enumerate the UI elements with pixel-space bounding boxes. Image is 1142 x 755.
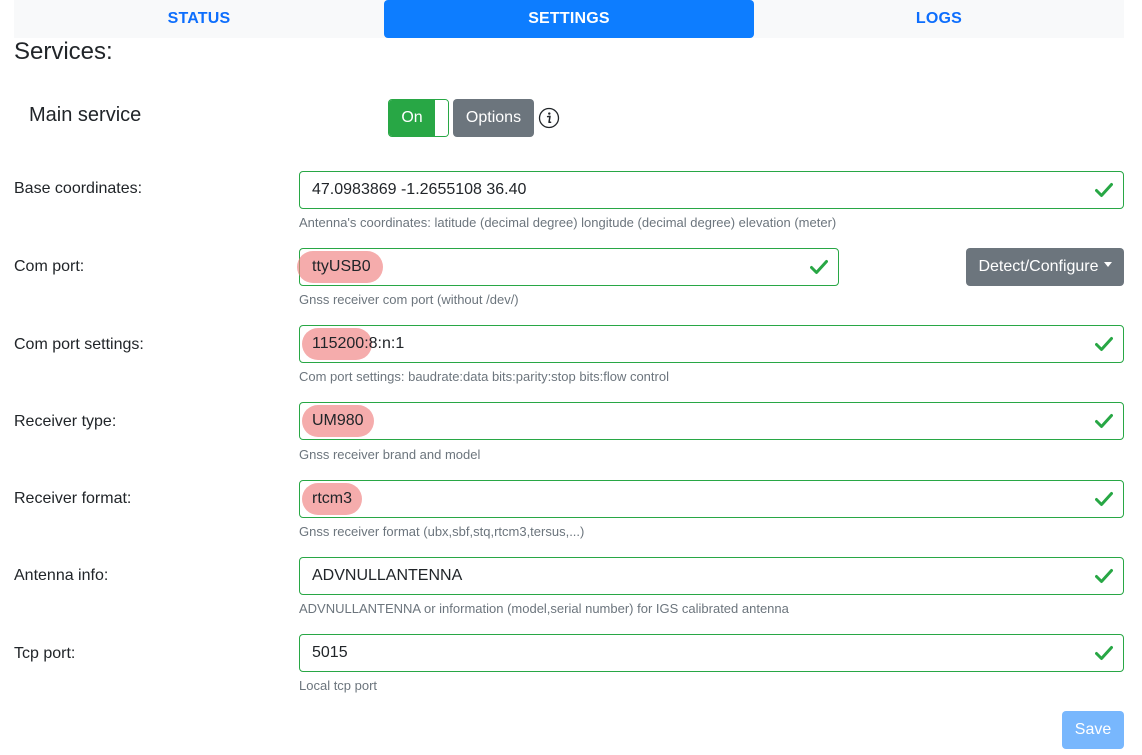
- base-coordinates-value: 47.0983869 -1.2655108 36.40: [312, 181, 527, 198]
- base-coordinates-input[interactable]: 47.0983869 -1.2655108 36.40: [299, 171, 1124, 209]
- antenna-info-help: ADVNULLANTENNA or information (model,ser…: [299, 601, 789, 616]
- check-icon: [1095, 492, 1113, 506]
- check-icon: [810, 260, 828, 274]
- main-service-row: Main service On Options: [29, 99, 589, 137]
- tab-bar: STATUS SETTINGS LOGS: [14, 0, 1124, 38]
- tab-settings[interactable]: SETTINGS: [384, 0, 754, 38]
- check-icon: [1095, 414, 1113, 428]
- com-port-settings-value: 115200:8:n:1: [312, 335, 405, 352]
- com-port-help: Gnss receiver com port (without /dev/): [299, 292, 519, 307]
- toggle-on-label: On: [389, 100, 435, 136]
- main-service-label: Main service: [29, 104, 142, 126]
- receiver-format-input[interactable]: rtcm3: [299, 480, 1124, 518]
- com-port-label: Com port:: [14, 258, 85, 275]
- check-icon: [1095, 569, 1113, 583]
- tcp-port-label: Tcp port:: [14, 645, 76, 662]
- antenna-info-label: Antenna info:: [14, 567, 109, 584]
- base-coordinates-help: Antenna's coordinates: latitude (decimal…: [299, 215, 837, 230]
- tcp-port-input[interactable]: 5015: [299, 634, 1124, 672]
- receiver-format-label: Receiver format:: [14, 490, 132, 507]
- tcp-port-value: 5015: [312, 644, 348, 661]
- options-button[interactable]: Options: [453, 99, 534, 137]
- receiver-format-value: rtcm3: [312, 490, 352, 507]
- toggle-knob: [435, 100, 448, 136]
- receiver-format-help: Gnss receiver format (ubx,sbf,stq,rtcm3,…: [299, 524, 585, 539]
- antenna-info-input[interactable]: ADVNULLANTENNA: [299, 557, 1124, 595]
- com-port-settings-label: Com port settings:: [14, 336, 144, 353]
- tcp-port-help: Local tcp port: [299, 678, 378, 693]
- detect-configure-label: Detect/Configure: [978, 258, 1099, 275]
- receiver-type-help: Gnss receiver brand and model: [299, 447, 481, 462]
- com-port-settings-input[interactable]: 115200:8:n:1: [299, 325, 1124, 363]
- main-service-toggle[interactable]: On: [388, 99, 449, 137]
- caret-down-icon: [1103, 261, 1112, 267]
- antenna-info-value: ADVNULLANTENNA: [312, 567, 463, 584]
- receiver-type-label: Receiver type:: [14, 413, 117, 430]
- tab-status[interactable]: STATUS: [14, 0, 384, 38]
- tab-logs[interactable]: LOGS: [754, 0, 1124, 38]
- com-port-settings-help: Com port settings: baudrate:data bits:pa…: [299, 369, 669, 384]
- com-port-input[interactable]: ttyUSB0: [297, 248, 839, 286]
- com-port-value: ttyUSB0: [312, 258, 371, 275]
- save-button[interactable]: Save: [1062, 711, 1124, 749]
- detect-configure-button[interactable]: Detect/Configure: [966, 248, 1124, 286]
- check-icon: [1095, 337, 1113, 351]
- receiver-type-value: UM980: [312, 412, 364, 429]
- info-circle-icon[interactable]: [538, 107, 560, 129]
- check-icon: [1095, 183, 1113, 197]
- receiver-type-input[interactable]: UM980: [299, 402, 1124, 440]
- base-coordinates-label: Base coordinates:: [14, 180, 143, 197]
- check-icon: [1095, 646, 1113, 660]
- section-title: Services:: [14, 38, 113, 65]
